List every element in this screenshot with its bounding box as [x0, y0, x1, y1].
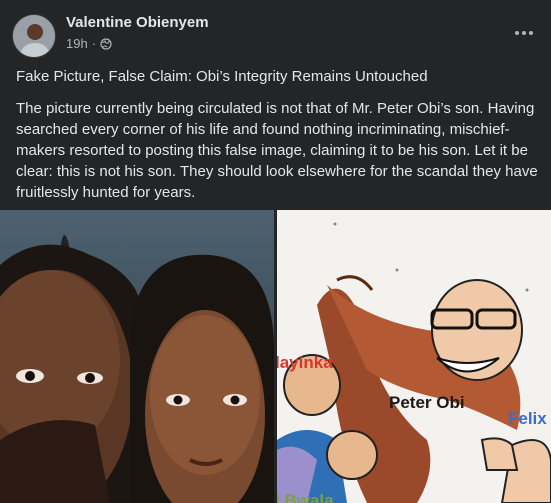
- post-body: The picture currently being circulated i…: [16, 100, 538, 201]
- more-options-button[interactable]: [509, 18, 539, 48]
- globe-icon[interactable]: [100, 37, 112, 50]
- avatar[interactable]: [12, 14, 56, 58]
- cartoon-label-bottom: I Bwala: [277, 491, 334, 503]
- photo-selfie[interactable]: [0, 210, 274, 503]
- author-name[interactable]: Valentine Obienyem: [66, 14, 209, 31]
- post-meta: 19h ·: [66, 36, 112, 51]
- cartoon-label-right: Felix: [508, 409, 547, 428]
- cartoon-label-center: Peter Obi: [389, 393, 465, 412]
- more-horizontal-icon: [515, 31, 519, 35]
- cartoon-label-left: layinka: [277, 353, 333, 372]
- post-photos: layinka Peter Obi Felix I Bwala: [0, 210, 551, 503]
- photo-cartoon[interactable]: layinka Peter Obi Felix I Bwala: [277, 210, 551, 503]
- meta-separator: ·: [91, 36, 97, 51]
- post-text: Fake Picture, False Claim: Obi’s Integri…: [16, 66, 538, 214]
- post-header: Valentine Obienyem 19h ·: [0, 0, 551, 60]
- post-time[interactable]: 19h: [66, 36, 88, 51]
- post-headline: Fake Picture, False Claim: Obi’s Integri…: [16, 68, 428, 85]
